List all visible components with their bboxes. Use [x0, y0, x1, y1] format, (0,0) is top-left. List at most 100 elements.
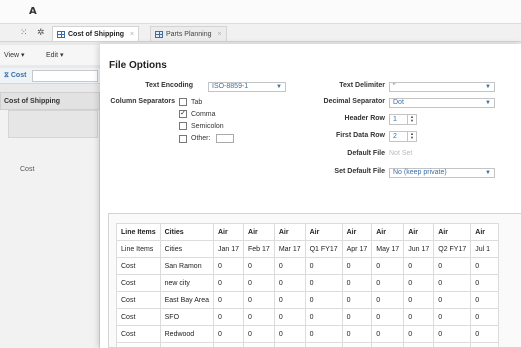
table-cell: new city [159, 274, 214, 292]
view-menu-button[interactable]: View ▾ [4, 51, 25, 59]
table-cell: Apr 17 [341, 240, 373, 258]
hierarchy-icon[interactable]: ⁙ [20, 27, 28, 38]
column-header: Air [304, 223, 343, 241]
table-cell: 0 [212, 325, 245, 343]
table-cell: Cost [116, 325, 161, 343]
grid-header: Cost of Shipping [0, 92, 100, 110]
table-cell: 0 [212, 308, 245, 326]
text-delimiter-select[interactable]: " ▼ [389, 82, 495, 92]
table-cell: 0 [273, 274, 306, 292]
first-data-row-label: First Data Row [335, 132, 385, 139]
table-cell: Cost [116, 291, 161, 309]
table-cell: 0 [341, 274, 373, 292]
table-cell: 0 [212, 291, 245, 309]
comma-checkbox[interactable]: ✓ Comma [179, 110, 216, 118]
checkbox-box[interactable] [179, 122, 187, 130]
other-separator-input[interactable] [216, 134, 235, 143]
table-cell: Cities [159, 240, 214, 258]
decimal-separator-select[interactable]: Dot ▼ [389, 98, 495, 108]
grid-cell [8, 110, 98, 138]
tab-checkbox[interactable]: Tab [179, 98, 202, 106]
checkbox-box[interactable]: ✓ [179, 110, 187, 118]
table-cell: Feb 17 [243, 240, 275, 258]
tab-parts-planning[interactable]: Parts Planning × [150, 26, 227, 41]
table-cell: 0 [470, 325, 500, 343]
column-separators-label: Column Separators [110, 98, 175, 105]
view-selector[interactable]: ⧖ Cost [0, 68, 100, 84]
text-encoding-select[interactable]: ISO-8859-1 ▼ [208, 82, 286, 92]
gear-icon[interactable]: ✲ [37, 27, 45, 38]
table-cell: 0 [403, 291, 435, 309]
table-cell: 0 [470, 274, 500, 292]
view-tab-label: ⧖ Cost [4, 72, 27, 79]
table-cell: 0 [304, 308, 343, 326]
column-header: Air [341, 223, 373, 241]
table-cell: 0 [243, 342, 275, 347]
module-icon [155, 30, 163, 38]
table-row: Line Items Cities Jan 17 Feb 17 Mar 17 Q1 FY1… [116, 240, 500, 258]
decimal-separator-value: Dot [393, 99, 404, 106]
checkbox-box[interactable] [179, 134, 187, 143]
table-cell: 0 [243, 274, 275, 292]
edit-menu-button[interactable]: Edit ▾ [46, 51, 64, 59]
stepper-arrows-icon[interactable]: ▲ ▼ [407, 132, 416, 141]
column-header: Air [371, 223, 405, 241]
preview-table: Line Items Cities Air Air Air Air Air Air Air Air… [116, 223, 500, 347]
header-row-label: Header Row [344, 115, 385, 122]
tab-label: Cost of Shipping [68, 30, 124, 38]
stepper-arrows-icon[interactable]: ▲ ▼ [407, 115, 416, 124]
column-header: Air [243, 223, 275, 241]
table-header-row: Line Items Cities Air Air Air Air Air Air Air Air… [116, 223, 500, 241]
app-bar: A [0, 0, 521, 24]
table-cell: 0 [304, 274, 343, 292]
table-cell: 0 [212, 274, 245, 292]
grid-toolbar: View ▾ Edit ▾ [0, 45, 100, 65]
import-preview: Line Items Cities Air Air Air Air Air Air Air Air… [108, 213, 521, 348]
tab-label: Parts Planning [166, 30, 212, 38]
set-default-file-label: Set Default File [334, 168, 385, 175]
table-cell: 0 [371, 291, 405, 309]
column-header: Air [433, 223, 472, 241]
dropdown-caret-icon: ▼ [485, 100, 491, 106]
table-cell: 0 [212, 257, 245, 275]
table-cell: 0 [304, 291, 343, 309]
table-cell: 0 [433, 257, 472, 275]
table-cell: Cost [116, 257, 161, 275]
table-cell: Cost [116, 274, 161, 292]
table-cell: 0 [433, 342, 472, 347]
tab-cost-of-shipping[interactable]: Cost of Shipping × [52, 26, 140, 41]
semicolon-checkbox[interactable]: Semicolon [179, 122, 224, 130]
table-cell: 0 [273, 308, 306, 326]
close-icon[interactable]: × [218, 31, 222, 38]
table-cell: 0 [403, 274, 435, 292]
other-checkbox[interactable]: Other: [179, 134, 235, 143]
header-row-stepper[interactable]: 1 ▲ ▼ [389, 114, 417, 125]
table-row: Cost SFO 0 0 0 0 0 0 0 0 0 [116, 308, 500, 326]
table-row: Cost East Bay Area 0 0 0 0 0 0 0 0 0 [116, 291, 500, 309]
grid-header-label: Cost of Shipping [4, 98, 60, 105]
first-data-row-stepper[interactable]: 2 ▲ ▼ [389, 131, 417, 142]
table-cell: Redwood [159, 325, 214, 343]
table-cell: Jun 17 [403, 240, 435, 258]
table-row: Cost San Ramon 0 0 0 0 0 0 0 0 0 [116, 257, 500, 275]
close-icon[interactable]: × [130, 31, 134, 38]
checkbox-label: Semicolon [191, 122, 224, 130]
table-cell: 0 [470, 308, 500, 326]
dropdown-caret-icon: ▼ [485, 170, 491, 176]
column-header: Air [470, 223, 500, 241]
table-cell: Jul 1 [470, 240, 500, 258]
table-cell: 0 [433, 325, 472, 343]
table-cell: 0 [341, 342, 373, 347]
text-encoding-label: Text Encoding [145, 82, 193, 89]
table-cell: 0 [273, 291, 306, 309]
table-row: Cost new city 0 0 0 0 0 0 0 0 0 [116, 274, 500, 292]
table-cell: 0 [371, 325, 405, 343]
checkbox-box[interactable] [179, 98, 187, 106]
table-cell: 0 [341, 308, 373, 326]
table-cell: 0 [403, 308, 435, 326]
table-cell: Jan 17 [212, 240, 245, 258]
app-logo[interactable]: A [29, 6, 37, 17]
grid-body: Cost [0, 110, 100, 348]
set-default-file-select[interactable]: No (keep private) ▼ [389, 168, 495, 178]
view-search-box[interactable] [32, 70, 98, 82]
